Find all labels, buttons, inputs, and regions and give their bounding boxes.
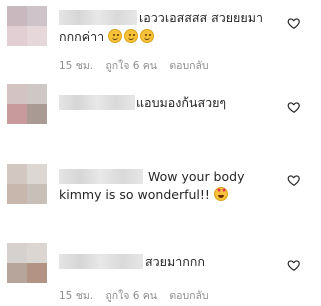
username-redacted[interactable]	[59, 10, 137, 25]
avatar-cell	[7, 26, 27, 46]
avatar[interactable]	[7, 164, 47, 204]
star-struck-emoji-icon	[213, 187, 228, 201]
comment-3: Wow your body kimmy is so wonderful!!	[0, 155, 321, 225]
avatar[interactable]	[7, 84, 47, 124]
avatar-cell	[7, 184, 27, 204]
comment-text-line-2: kimmy is so wonderful!!	[59, 186, 230, 203]
avatar-cell	[27, 104, 47, 124]
comment-text-line-2-text: kimmy is so wonderful!!	[59, 187, 210, 202]
comment-text-line-1: แอบมองก้นสวยๆ	[136, 95, 227, 110]
smile-emoji-icon	[140, 29, 155, 43]
avatar-cell	[27, 164, 47, 184]
avatar-cell	[27, 26, 47, 46]
comment-4: สวยมากกก 15 ชม. ถูกใจ 6 คน ตอบกลับ	[0, 225, 321, 306]
username-redacted[interactable]	[59, 95, 135, 110]
avatar-cell	[27, 84, 47, 104]
avatar-cell	[7, 6, 27, 26]
comment-likes[interactable]: ถูกใจ 6 คน	[105, 290, 157, 302]
comment-text-line-1: เอววเอสสสส สวยยยมา	[139, 10, 263, 25]
avatar-cell	[7, 164, 27, 184]
avatar-cell	[7, 243, 27, 263]
comment-likes[interactable]: ถูกใจ 6 คน	[105, 60, 157, 72]
comment-meta: 15 ชม. ถูกใจ 6 คน ตอบกลับ	[59, 57, 218, 74]
avatar[interactable]	[7, 243, 47, 283]
comment-2: แอบมองก้นสวยๆ	[0, 80, 321, 155]
avatar-cell	[27, 243, 47, 263]
comment-text-line-1: Wow your body	[148, 169, 245, 184]
avatar-cell	[27, 184, 47, 204]
heart-outline-icon[interactable]	[287, 258, 301, 272]
avatar-cell	[7, 84, 27, 104]
reply-button[interactable]: ตอบกลับ	[169, 290, 208, 302]
avatar-cell	[7, 104, 27, 124]
heart-outline-icon[interactable]	[287, 100, 301, 114]
comment-time[interactable]: 15 ชม.	[59, 290, 93, 302]
comment-meta: 15 ชม. ถูกใจ 6 คน ตอบกลับ	[59, 287, 218, 304]
heart-outline-icon[interactable]	[287, 173, 301, 187]
comment-text-line-2-text: กกกค่าา	[59, 29, 105, 44]
avatar[interactable]	[7, 6, 47, 46]
avatar-cell	[7, 263, 27, 283]
reply-button[interactable]: ตอบกลับ	[169, 60, 208, 72]
comment-time[interactable]: 15 ชม.	[59, 60, 93, 72]
username-redacted[interactable]	[59, 254, 143, 269]
comment-text-line-2: กกกค่าา	[59, 28, 156, 45]
comment-text-line-1: สวยมากกก	[145, 254, 205, 269]
username-redacted[interactable]	[59, 169, 143, 184]
smile-emoji-icon	[108, 29, 123, 43]
comment-1: เอววเอสสสส สวยยยมา กกกค่าา 15 ชม. ถูกใจ …	[0, 0, 321, 80]
avatar-cell	[27, 263, 47, 283]
heart-outline-icon[interactable]	[287, 16, 301, 30]
smile-emoji-icon	[124, 29, 139, 43]
avatar-cell	[27, 6, 47, 26]
